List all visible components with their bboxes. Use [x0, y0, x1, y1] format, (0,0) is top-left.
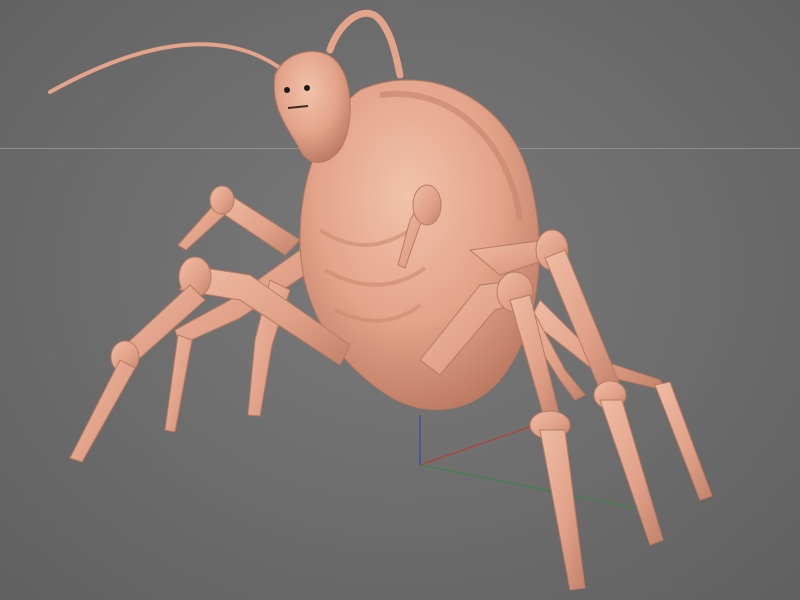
left-eye — [284, 87, 290, 93]
creature-head — [273, 51, 351, 163]
x-axis — [419, 424, 536, 466]
y-axis — [419, 464, 636, 509]
antennae — [48, 9, 404, 94]
right-eye — [304, 85, 310, 91]
viewport-scene — [48, 9, 713, 591]
transform-gizmo[interactable] — [419, 415, 636, 509]
3d-viewport[interactable] — [0, 0, 800, 600]
